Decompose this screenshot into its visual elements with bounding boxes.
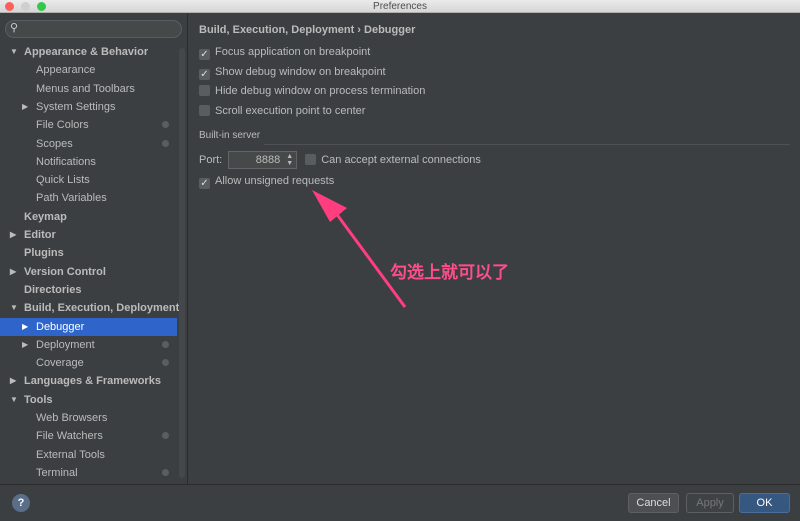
annotation-text: 勾选上就可以了 xyxy=(390,263,509,282)
help-button[interactable]: ? xyxy=(12,494,30,512)
cancel-button[interactable]: Cancel xyxy=(628,493,679,513)
apply-button[interactable]: Apply xyxy=(686,493,734,513)
ok-button[interactable]: OK xyxy=(739,493,790,513)
footer: ? Cancel Apply OK xyxy=(0,484,800,521)
